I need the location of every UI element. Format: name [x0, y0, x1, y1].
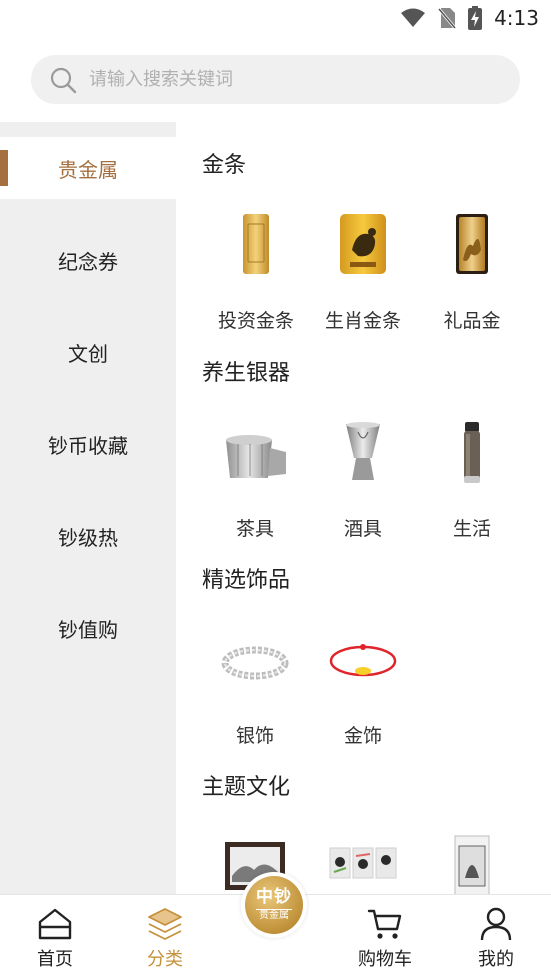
- brand-logo-subtext: 贵金属: [256, 909, 292, 922]
- zodiac-gold-bar-image: [340, 214, 386, 274]
- wifi-icon: [401, 8, 426, 27]
- silver-tea-set-image: [226, 435, 286, 478]
- product-daily-life[interactable]: 生活: [417, 418, 527, 548]
- status-bar: 4:13: [0, 0, 551, 40]
- product-investment-gold-bar[interactable]: 投资金条: [201, 210, 311, 340]
- no-sim-icon: [438, 8, 457, 29]
- product-label: 礼品金: [443, 310, 501, 332]
- battery-charging-icon: [468, 6, 483, 30]
- product-gold-jewelry[interactable]: 金饰: [308, 625, 418, 755]
- center-brand-button[interactable]: 中钞 贵金属: [241, 872, 307, 938]
- section-title-silverware: 养生银器: [202, 361, 291, 386]
- nav-profile[interactable]: 我的: [441, 895, 551, 979]
- sidebar-item-label: 钞值购: [58, 617, 118, 642]
- section-title-jewelry: 精选饰品: [202, 568, 291, 593]
- product-wine-set[interactable]: 酒具: [308, 418, 418, 548]
- silver-bracelet-image: [221, 646, 289, 680]
- product-label: 金饰: [343, 725, 382, 747]
- nav-label: 首页: [37, 949, 73, 970]
- sidebar-item-precious-metals[interactable]: 贵金属: [0, 137, 176, 199]
- section-title-theme-culture: 主题文化: [202, 775, 291, 800]
- nav-label: 分类: [147, 949, 183, 970]
- product-label: 投资金条: [217, 310, 294, 332]
- product-label: 生活: [452, 518, 491, 540]
- sidebar-item-label: 钞级热: [58, 525, 118, 550]
- thermos-bottle-image: [464, 422, 480, 483]
- layers-icon: [148, 908, 182, 940]
- product-zodiac-gold-bar[interactable]: 生肖金条: [308, 210, 418, 340]
- sidebar-item-commemorative-coupons[interactable]: 纪念券: [0, 229, 176, 291]
- gift-gold-image: [456, 214, 488, 274]
- search-input[interactable]: [89, 69, 489, 90]
- product-label: 生肖金条: [324, 310, 401, 332]
- product-label: 银饰: [235, 725, 274, 747]
- search-bar[interactable]: [31, 55, 520, 104]
- product-tea-set[interactable]: 茶具: [200, 418, 310, 548]
- sidebar-item-label: 文创: [68, 341, 108, 366]
- product-gift-gold[interactable]: 礼品金: [417, 210, 527, 340]
- gold-bar-image: [243, 214, 269, 274]
- search-icon: [50, 67, 77, 93]
- home-icon: [38, 908, 72, 940]
- framed-banknote-image: [454, 835, 490, 899]
- status-time: 4:13: [494, 6, 539, 30]
- product-label: 茶具: [235, 518, 274, 540]
- silver-wine-cup-image: [346, 422, 380, 480]
- nav-label: 购物车: [358, 949, 412, 970]
- user-icon: [480, 907, 512, 941]
- sidebar-item-label: 纪念券: [58, 249, 118, 274]
- sidebar-item-cultural-creative[interactable]: 文创: [0, 321, 176, 383]
- gold-red-string-bracelet-image: [329, 644, 397, 677]
- brand-logo: 中钞 贵金属: [245, 876, 303, 934]
- panda-note-set-image: [329, 847, 397, 879]
- category-sidebar: 贵金属 纪念券 文创 钞币收藏 钞级热 钞值购: [0, 122, 176, 894]
- sidebar-item-chaojire[interactable]: 钞级热: [0, 505, 176, 567]
- sidebar-item-chaozhigou[interactable]: 钞值购: [0, 597, 176, 659]
- nav-cart[interactable]: 购物车: [330, 895, 440, 979]
- brand-logo-text: 中钞: [256, 887, 292, 907]
- sidebar-item-label: 钞币收藏: [48, 433, 128, 458]
- cart-icon: [367, 909, 402, 939]
- sidebar-item-currency-collection[interactable]: 钞币收藏: [0, 413, 176, 475]
- nav-category[interactable]: 分类: [110, 895, 220, 979]
- nav-home[interactable]: 首页: [0, 895, 110, 979]
- product-label: 酒具: [343, 518, 382, 540]
- sidebar-item-label: 贵金属: [58, 157, 118, 182]
- nav-label: 我的: [478, 949, 514, 970]
- product-silver-jewelry[interactable]: 银饰: [200, 625, 310, 755]
- section-title-gold-bars: 金条: [202, 153, 247, 178]
- active-indicator: [0, 150, 8, 186]
